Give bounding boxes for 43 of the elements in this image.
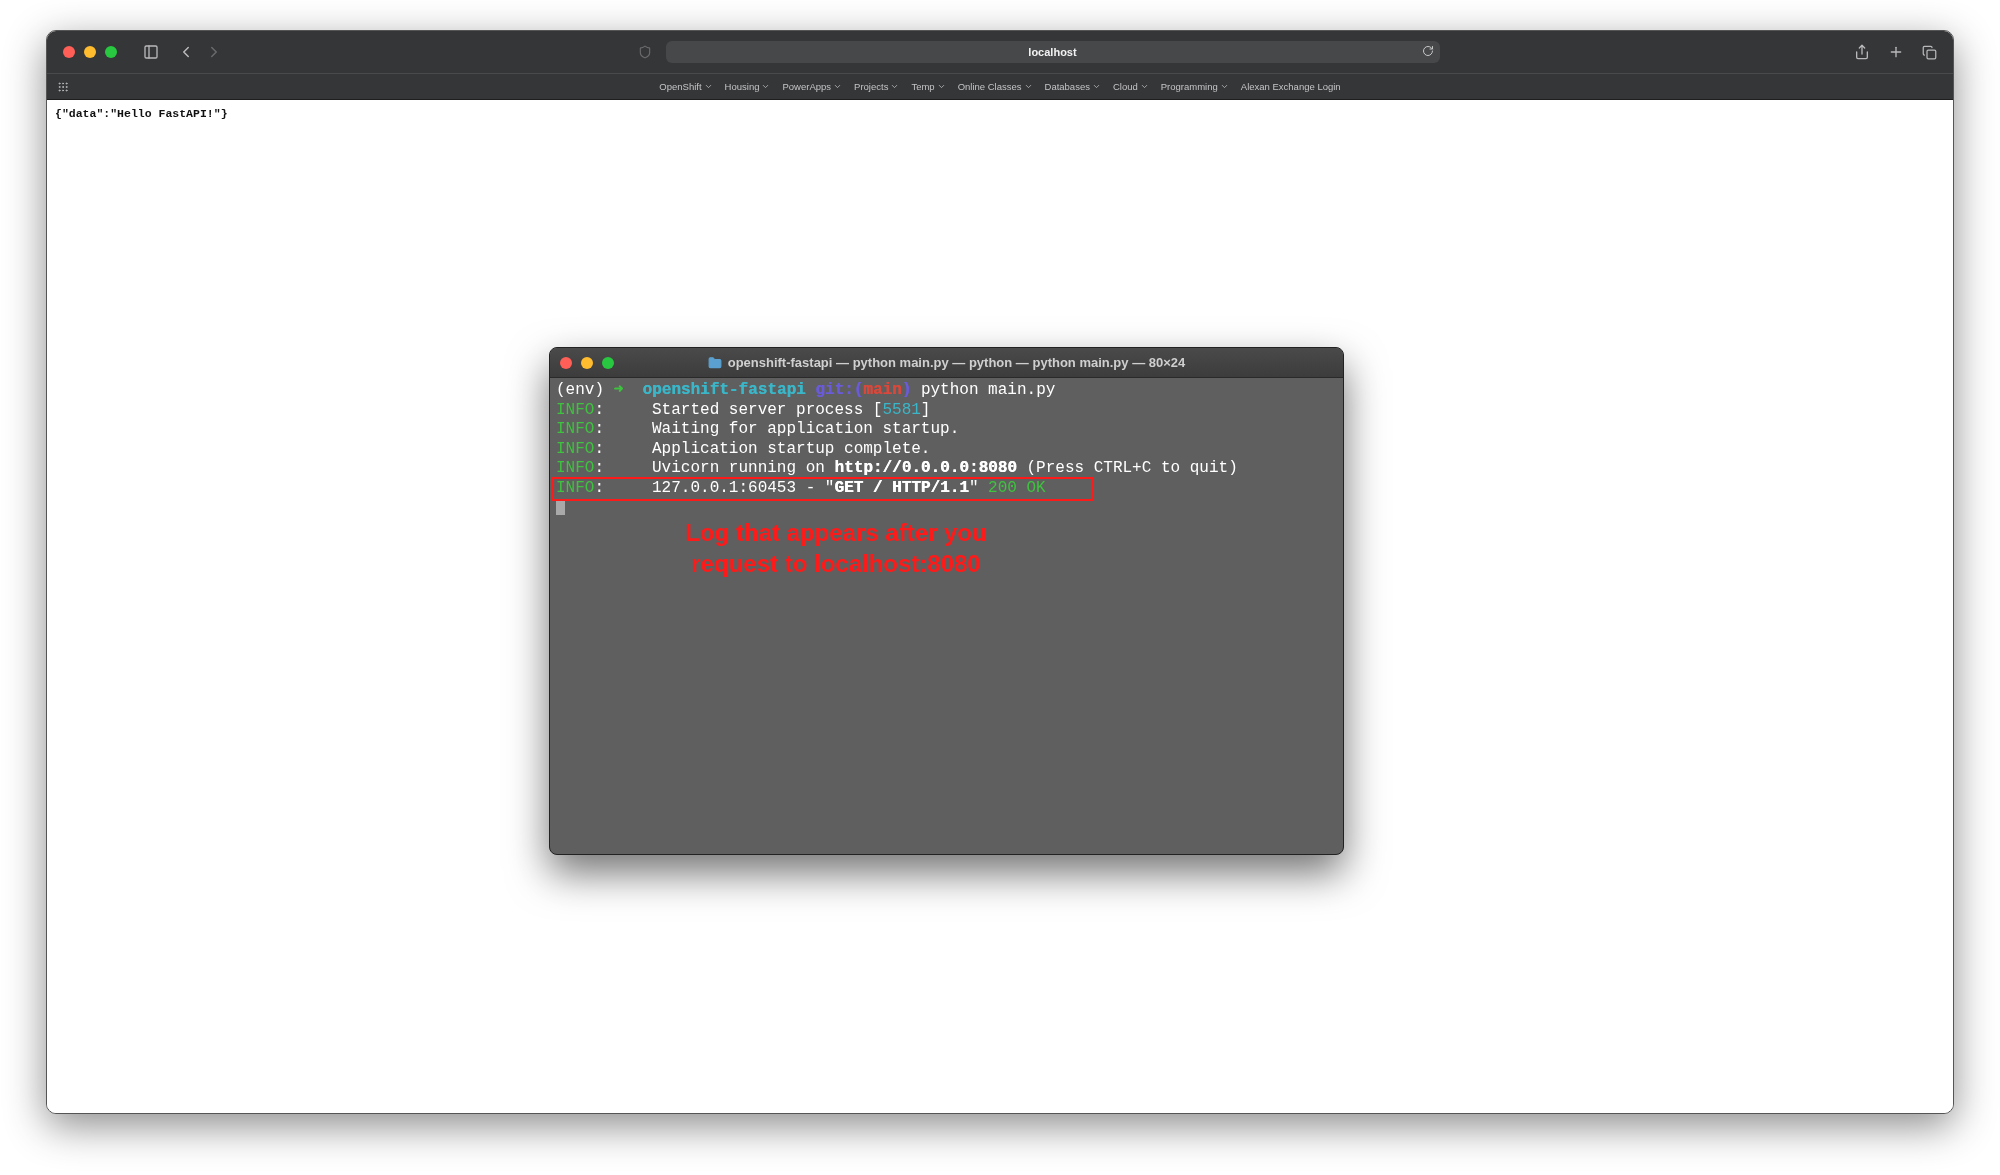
json-response-text: {"data":"Hello FastAPI!"} <box>55 107 229 120</box>
bookmark-item[interactable]: OpenShift <box>659 81 713 92</box>
terminal-line: INFO: Started server process [5581] <box>555 400 932 421</box>
zoom-button[interactable] <box>602 356 614 369</box>
bookmark-item[interactable]: Temp <box>911 81 946 92</box>
terminal-line: INFO: 127.0.0.1:60453 - "GET / HTTP/1.1" 200 OK <box>555 478 1047 499</box>
minimize-button[interactable] <box>84 46 96 58</box>
folder-icon <box>707 355 722 370</box>
bookmark-item[interactable]: Housing <box>724 81 771 92</box>
grid-icon[interactable] <box>57 80 69 93</box>
bookmark-item[interactable]: Online Classes <box>957 81 1033 92</box>
chevron-icon <box>936 82 946 91</box>
close-button[interactable] <box>560 356 572 369</box>
terminal-line: (env) ➜ openshift-fastapi git:(main) python main.py <box>555 381 1057 401</box>
cursor-block <box>556 500 565 515</box>
bookmark-item[interactable]: Projects <box>854 81 900 92</box>
share-icon[interactable] <box>1854 44 1870 60</box>
tabs-overview-icon[interactable] <box>1922 44 1937 60</box>
address-field[interactable]: localhost <box>665 41 1440 63</box>
terminal-title: openshift-fastapi — python main.py — python — python main.py — 80×24 <box>727 355 1186 370</box>
chevron-icon <box>761 82 771 91</box>
chevron-icon <box>890 82 900 91</box>
chevron-icon <box>1091 82 1101 91</box>
minimize-button[interactable] <box>581 356 593 369</box>
chevron-icon <box>1139 82 1149 91</box>
bookmark-item[interactable]: Alexan Exchange Login <box>1240 81 1341 92</box>
chevron-icon <box>1023 82 1033 91</box>
chevron-icon <box>703 82 713 91</box>
chevron-icon <box>833 82 843 91</box>
zoom-button[interactable] <box>105 46 117 58</box>
new-tab-icon[interactable] <box>1888 44 1904 60</box>
reload-icon[interactable] <box>1421 45 1434 57</box>
sidebar-icon[interactable] <box>143 44 159 60</box>
bookmark-item[interactable]: Cloud <box>1112 81 1149 92</box>
terminal-line: INFO: Uvicorn running on http://0.0.0.0:8080 (Press CTRL+C to quit) <box>555 459 1239 479</box>
bookmark-item[interactable]: Databases <box>1044 81 1101 92</box>
terminal-line: INFO: Waiting for application startup. <box>555 420 961 440</box>
annotation-text: Log that appears after you request to localhost:8080 <box>684 517 988 579</box>
bookmark-item[interactable]: Programming <box>1160 81 1229 92</box>
bookmark-item[interactable]: PowerApps <box>782 81 843 92</box>
terminal-line: INFO: Application startup complete. <box>555 439 932 460</box>
close-button[interactable] <box>63 46 75 58</box>
chevron-icon <box>1219 82 1229 91</box>
